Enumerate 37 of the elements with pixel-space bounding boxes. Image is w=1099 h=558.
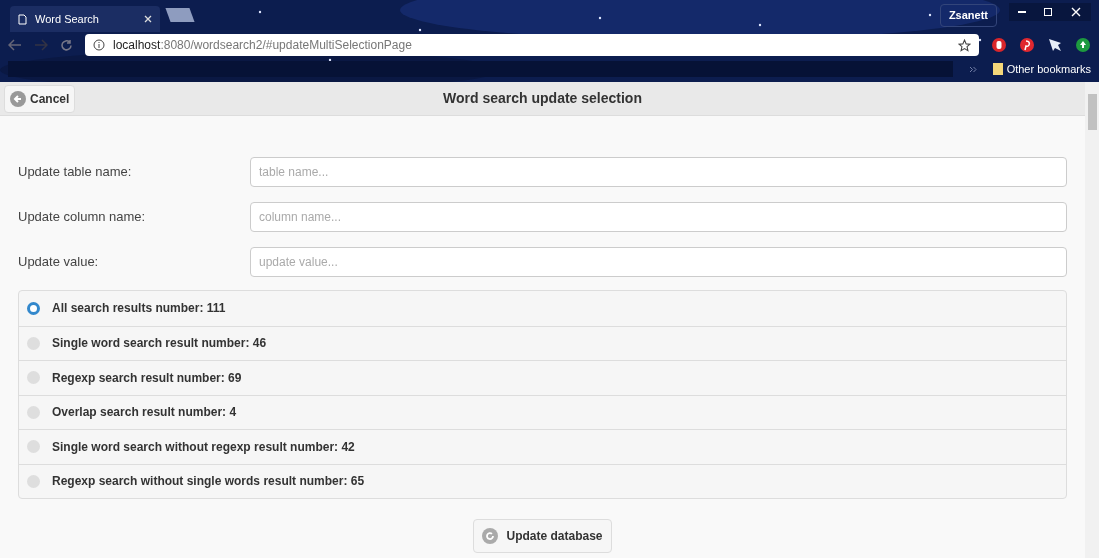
scrollbar[interactable] <box>1085 82 1099 558</box>
radio-unchecked-icon <box>27 405 40 419</box>
bookmarks-folder[interactable]: Other bookmarks <box>1006 60 1091 78</box>
chevron-icon[interactable] <box>968 65 977 73</box>
field-label: Update table name: <box>18 163 133 182</box>
back-arrow-icon[interactable] <box>8 39 22 51</box>
radio-option[interactable]: Single word search without regexp result number: 42 <box>19 429 1066 464</box>
radio-option[interactable]: Single word search result number: 46 <box>19 325 1066 360</box>
radio-unchecked-icon <box>27 371 40 385</box>
text-field[interactable]: column name... <box>250 202 1067 232</box>
text-field[interactable]: update value... <box>250 247 1067 277</box>
radio-unchecked-icon <box>27 336 40 350</box>
field-label: Update column name: <box>18 208 147 227</box>
radio-option[interactable]: All search results number: 111 <box>19 291 1066 326</box>
url-text: localhost:8080/wordsearch2/#updateMultiSelectionPage <box>113 37 412 54</box>
page-icon <box>18 13 27 25</box>
address-bar[interactable]: localhost:8080/wordsearch2/#updateMultiSelectionPage <box>85 34 979 56</box>
folder-icon <box>992 63 1003 75</box>
refresh-icon <box>482 528 499 544</box>
close-icon[interactable] <box>144 15 152 23</box>
cancel-button[interactable]: Cancel <box>4 84 76 113</box>
text-field[interactable]: table name... <box>250 157 1067 187</box>
radio-unchecked-icon <box>27 474 40 488</box>
radio-option[interactable]: Regexp search result number: 69 <box>19 360 1066 395</box>
reload-icon[interactable] <box>60 38 73 52</box>
info-icon[interactable] <box>93 39 105 51</box>
profile-button[interactable]: Zsanett <box>939 4 997 27</box>
page-title: Word search update selection <box>443 89 642 108</box>
radio-unchecked-icon <box>27 440 40 454</box>
field-label: Update value: <box>18 253 100 272</box>
star-icon[interactable] <box>958 38 971 52</box>
update-database-button[interactable]: Update database <box>473 519 612 553</box>
radio-option[interactable]: Regexp search without single words result number: 65 <box>19 463 1066 498</box>
upload-icon[interactable] <box>1075 37 1091 53</box>
browser-tab[interactable]: Word Search <box>10 6 160 32</box>
radio-option[interactable]: Overlap search result number: 4 <box>19 394 1066 429</box>
radio-checked-icon <box>27 301 40 315</box>
